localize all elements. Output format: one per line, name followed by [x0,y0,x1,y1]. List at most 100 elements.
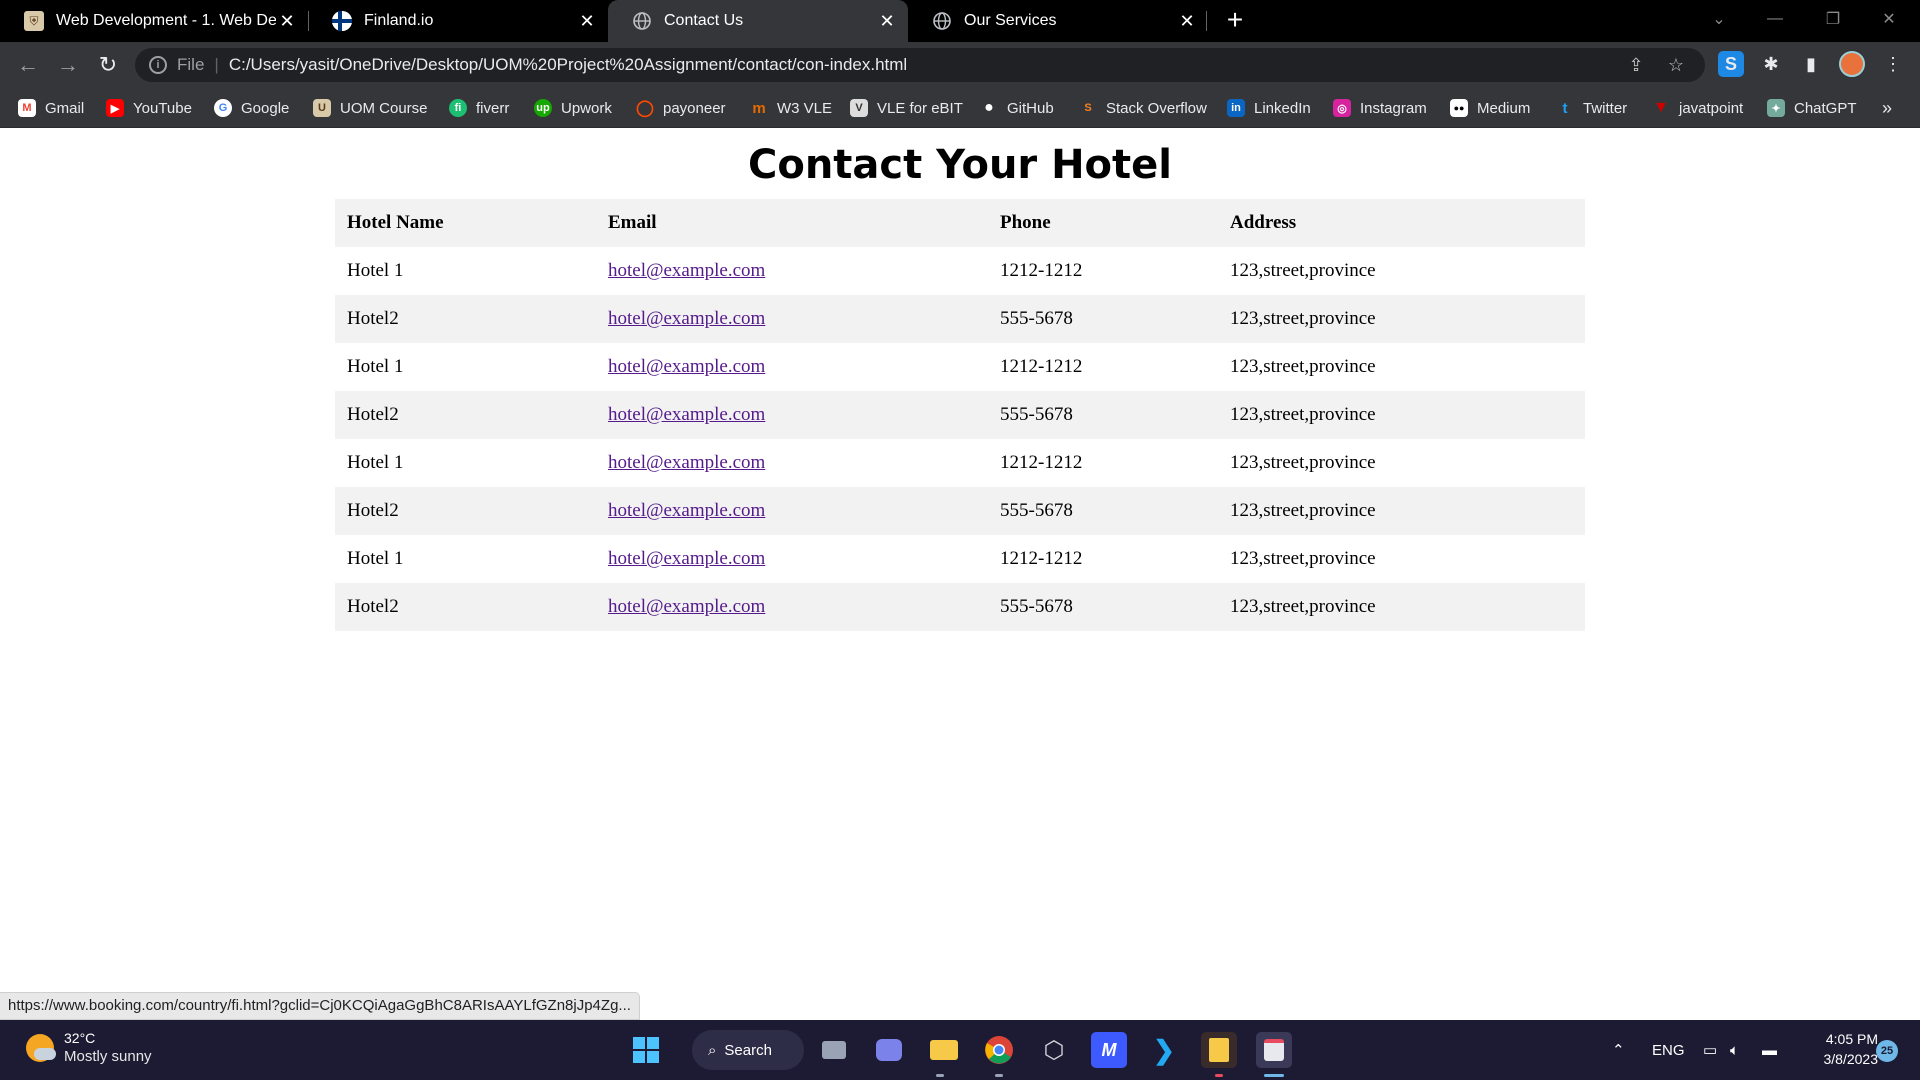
hotel-name-cell: Hotel2 [335,391,596,439]
hotel-name-cell: Hotel 1 [347,452,404,473]
bookmark-label: LinkedIn [1254,99,1311,117]
weather-temperature: 32°C [64,1030,96,1046]
bookmark-fiverr[interactable]: fi fiverr [449,96,509,120]
bookmark-github[interactable]: ● GitHub [980,96,1054,120]
file-explorer-icon[interactable] [926,1032,962,1068]
weather-widget[interactable]: 32°C Mostly sunny [26,1029,152,1067]
email-cell: hotel@example.com [596,391,988,439]
tab-web-development[interactable]: ⛨ Web Development - 1. Web Desi ✕ [0,0,308,42]
email-link[interactable]: hotel@example.com [608,596,765,617]
email-link[interactable]: hotel@example.com [608,548,765,569]
windows-start-icon[interactable] [628,1032,664,1068]
new-tab-plus-icon[interactable]: + [1219,4,1251,36]
extensions-puzzle-icon[interactable]: ✱ [1758,51,1784,77]
table-row: Hotel 1 hotel@example.com 1212-1212 123,… [335,439,1585,487]
teams-chat-icon[interactable] [871,1032,907,1068]
email-link[interactable]: hotel@example.com [608,308,765,329]
bookmarks-overflow-icon[interactable]: » [1882,96,1892,120]
running-indicator [1264,1074,1284,1077]
browser-toolbar: ← → ↻ i File | C:/Users/yasit/OneDrive/D… [0,42,1920,88]
linkedin-icon: in [1227,99,1245,117]
network-icon[interactable]: ▭ [1703,1020,1717,1080]
taskbar-search-button[interactable]: ⌕ Search [692,1030,804,1070]
column-header-address: Address [1218,199,1585,247]
vscode-icon[interactable]: ❯ [1146,1032,1182,1068]
partly-sunny-icon [26,1034,56,1062]
snipping-tool-icon[interactable] [1256,1032,1292,1068]
volume-icon[interactable]: 🔈︎ [1730,1020,1739,1080]
fiverr-icon: fi [449,99,467,117]
close-window-icon[interactable]: ✕ [1866,0,1912,38]
bookmarks-bar: M Gmail ▶ YouTube G Google U UOM Course fi fi… [0,88,1920,128]
tab-finland[interactable]: Finland.io ✕ [308,0,608,42]
email-link[interactable]: hotel@example.com [608,260,765,281]
bookmark-twitter[interactable]: t Twitter [1556,96,1628,120]
battery-icon[interactable]: ▬ [1762,1020,1777,1080]
phone-cell: 555-5678 [988,391,1218,439]
bookmark-uom-course[interactable]: U UOM Course [313,96,428,120]
browser-menu-icon[interactable]: ⋮ [1880,51,1906,77]
bookmark-gmail[interactable]: M Gmail [18,96,84,120]
email-cell: hotel@example.com [596,487,988,535]
app-blue-icon[interactable]: M [1091,1032,1127,1068]
bookmark-upwork[interactable]: up Upwork [534,96,612,120]
hotel-name-cell: Hotel 1 [347,548,404,569]
bookmark-w3-vle[interactable]: m W3 VLE [750,96,832,120]
bookmark-label: VLE for eBIT [877,99,963,117]
side-panel-icon[interactable]: ▮ [1798,51,1824,77]
bookmark-youtube[interactable]: ▶ YouTube [106,96,192,120]
bookmark-chatgpt[interactable]: ✦ ChatGPT [1767,96,1857,120]
column-header-phone: Phone [988,199,1218,247]
table-row: Hotel 1 hotel@example.com 1212-1212 123,… [335,343,1585,391]
close-tab-icon[interactable]: ✕ [276,11,298,32]
bookmark-javatpoint[interactable]: ▼ javatpoint [1652,96,1743,120]
address-bar[interactable]: i File | C:/Users/yasit/OneDrive/Desktop… [135,48,1705,82]
restore-icon[interactable]: ❐ [1810,0,1856,38]
bookmark-instagram[interactable]: ◎ Instagram [1333,96,1427,120]
profile-avatar[interactable] [1839,51,1865,77]
bookmark-label: GitHub [1007,99,1054,117]
hotel-name-cell: Hotel2 [335,583,596,631]
email-link[interactable]: hotel@example.com [608,500,765,521]
chrome-icon[interactable] [981,1032,1017,1068]
email-link[interactable]: hotel@example.com [608,404,765,425]
forward-arrow-icon[interactable]: → [54,51,82,79]
tab-our-services[interactable]: Our Services ✕ [908,0,1208,42]
bookmark-google[interactable]: G Google [214,96,289,120]
unity-hub-icon[interactable]: ⬡ [1036,1032,1072,1068]
tray-overflow-chevron-icon[interactable]: ⌃ [1612,1020,1625,1080]
tab-search-chevron-icon[interactable]: ⌄ [1696,0,1742,38]
address-cell: 123,street,province [1218,295,1585,343]
bookmark-vle-ebit[interactable]: V VLE for eBIT [850,96,963,120]
extension-s-icon[interactable]: S [1718,51,1744,77]
site-info-icon[interactable]: i [149,56,167,74]
bookmark-star-icon[interactable]: ☆ [1665,54,1687,76]
system-clock[interactable]: 4:05 PM 3/8/2023 [1800,1029,1879,1069]
folder-app-icon[interactable] [1201,1032,1237,1068]
phone-cell: 1212-1212 [1000,356,1083,377]
close-tab-icon[interactable]: ✕ [1176,11,1198,32]
hotel-name-cell: Hotel2 [335,487,596,535]
minimize-icon[interactable]: — [1752,0,1798,38]
email-link[interactable]: hotel@example.com [608,452,765,473]
bookmark-linkedin[interactable]: in LinkedIn [1227,96,1311,120]
reload-icon[interactable]: ↻ [94,51,122,79]
close-tab-icon[interactable]: ✕ [876,11,898,32]
tab-contact-us[interactable]: Contact Us ✕ [608,0,908,42]
back-arrow-icon[interactable]: ← [14,51,42,79]
uom-crest-icon: ⛨ [24,11,44,31]
task-view-icon[interactable] [816,1032,852,1068]
tab-title: Contact Us [664,12,744,29]
language-indicator[interactable]: ENG [1652,1020,1685,1080]
share-icon[interactable]: ⇪ [1625,54,1647,76]
table-header-row: Hotel Name Email Phone Address [335,199,1585,247]
phone-cell: 1212-1212 [1000,452,1083,473]
email-link[interactable]: hotel@example.com [608,356,765,377]
phone-cell: 555-5678 [988,295,1218,343]
bookmark-medium[interactable]: ●● Medium [1450,96,1530,120]
bookmark-payoneer[interactable]: ◯ payoneer [636,96,726,120]
twitter-bird-icon: t [1562,99,1568,117]
bookmark-stack-overflow[interactable]: S Stack Overflow [1079,96,1207,120]
notification-badge[interactable]: 25 [1876,1040,1898,1062]
close-tab-icon[interactable]: ✕ [576,11,598,32]
